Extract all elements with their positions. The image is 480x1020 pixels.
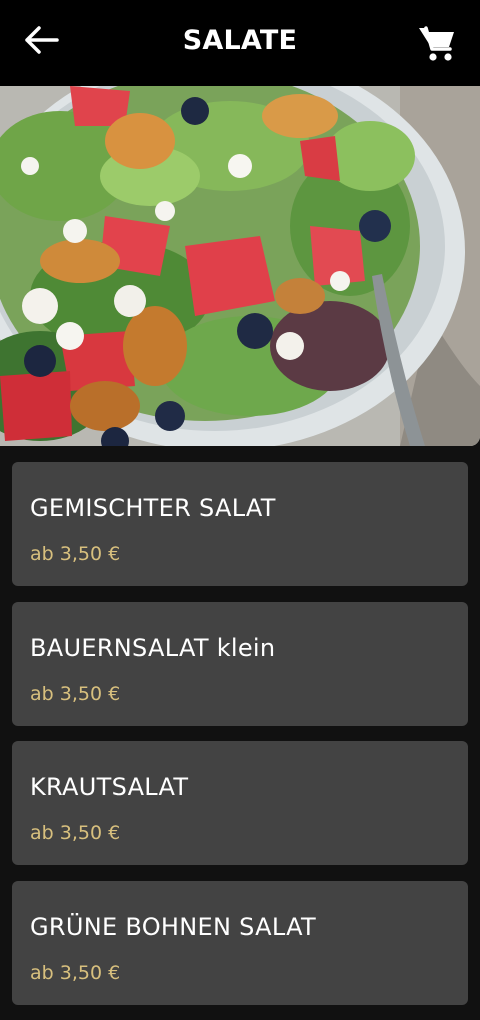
product-name: GEMISCHTER SALAT xyxy=(30,494,276,522)
product-price: ab 3,50 € xyxy=(30,543,121,565)
page-title: SALATE xyxy=(182,25,298,56)
product-price: ab 3,50 € xyxy=(30,822,121,844)
product-card[interactable]: BAUERNSALAT klein ab 3,50 € xyxy=(12,601,468,726)
product-list: GEMISCHTER SALAT ab 3,50 € BAUERNSALAT k… xyxy=(12,462,468,1020)
product-price: ab 3,50 € xyxy=(30,682,121,705)
product-card[interactable]: GRÜNE BOHNEN SALAT ab 3,50 € xyxy=(12,880,468,1005)
product-card[interactable]: GEMISCHTER SALAT ab 3,50 € xyxy=(12,462,468,586)
cart-button[interactable] xyxy=(414,20,460,66)
app-header: SALATE xyxy=(0,0,480,86)
salad-bowl-photo xyxy=(0,86,480,446)
product-name: GRÜNE BOHNEN SALAT xyxy=(30,912,316,941)
product-name: KRAUTSALAT xyxy=(30,773,189,801)
shopping-cart-icon xyxy=(419,26,454,61)
product-name: BAUERNSALAT klein xyxy=(30,633,276,662)
product-card[interactable]: KRAUTSALAT ab 3,50 € xyxy=(12,741,468,865)
hero-image xyxy=(0,86,480,446)
product-price: ab 3,50 € xyxy=(30,961,121,984)
